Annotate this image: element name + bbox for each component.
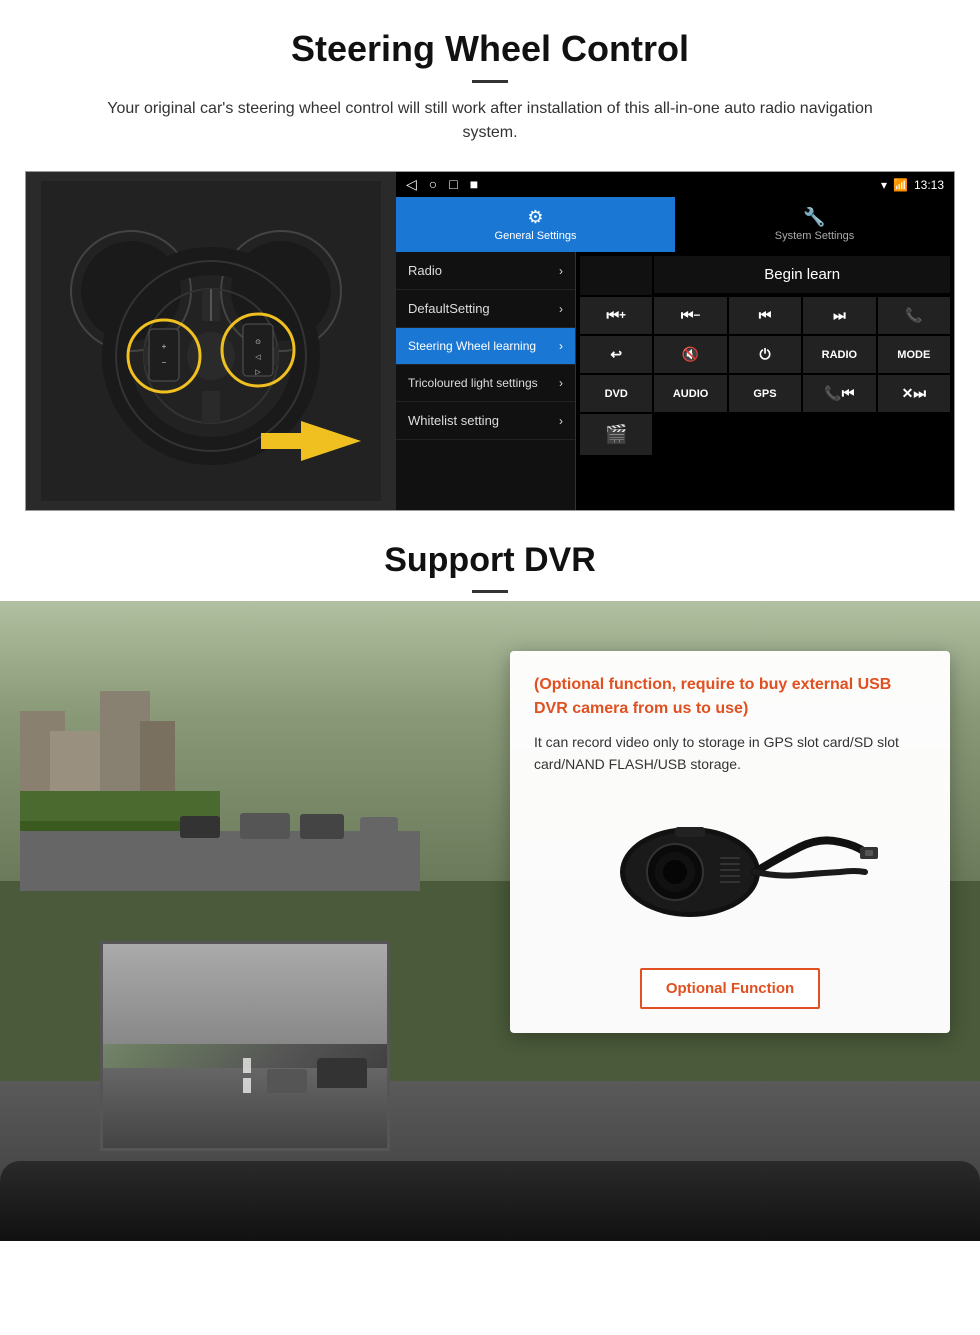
clock: 13:13 <box>914 178 944 192</box>
ctrl-btn-cross-next[interactable]: ✕⏭ <box>878 375 950 412</box>
dvr-header: Support DVR <box>0 511 980 601</box>
nav-back-icon[interactable]: ◁ <box>406 176 417 193</box>
dvr-info-card: (Optional function, require to buy exter… <box>510 651 950 1033</box>
menu-tricoloured-label: Tricoloured light settings <box>408 376 538 390</box>
ctrl-btn-power[interactable]: ⏻ <box>729 336 801 373</box>
android-tabs: ⚙ General Settings 🔧 System Settings <box>396 197 954 252</box>
begin-learn-label: Begin learn <box>764 266 840 283</box>
ctrl-btn-phone[interactable]: 📞 <box>878 297 950 334</box>
ctrl-btn-back[interactable]: ↩ <box>580 336 652 373</box>
menu-item-tricoloured[interactable]: Tricoloured light settings › <box>396 365 575 402</box>
buildings-svg <box>20 631 420 891</box>
svg-text:◁: ◁ <box>255 354 261 361</box>
nav-menu-icon[interactable]: ■ <box>470 176 478 193</box>
chevron-right-icon: › <box>559 414 563 428</box>
nav-buttons: ◁ ○ □ ■ <box>406 176 478 193</box>
thumb-sky <box>103 944 387 1044</box>
tab-system-label: System Settings <box>775 230 854 242</box>
ctrl-btn-audio[interactable]: AUDIO <box>654 375 726 412</box>
nav-recent-icon[interactable]: □ <box>449 176 457 193</box>
chevron-right-icon: › <box>559 302 563 316</box>
android-menu: Radio › DefaultSetting › Steering Wheel … <box>396 252 576 510</box>
gear-icon: ⚙ <box>527 207 543 228</box>
android-ui: ◁ ○ □ ■ ▾ 📶 13:13 ⚙ General Settings 🔧 S… <box>396 172 954 510</box>
ctrl-btn-dvd[interactable]: DVD <box>580 375 652 412</box>
section-description: Your original car's steering wheel contr… <box>90 97 890 145</box>
page-title: Steering Wheel Control <box>60 28 920 70</box>
chevron-right-icon: › <box>559 339 563 353</box>
nav-home-icon[interactable]: ○ <box>429 176 437 193</box>
dvr-description-text: It can record video only to storage in G… <box>534 731 926 776</box>
lane-markings <box>203 1058 293 1108</box>
dvr-background: (Optional function, require to buy exter… <box>0 601 980 1241</box>
ctrl-btn-vol-down[interactable]: ⏮− <box>654 297 726 334</box>
android-content: Radio › DefaultSetting › Steering Wheel … <box>396 252 954 510</box>
steering-panel: 0 0 + − ⊙ ◁ ▷ <box>25 171 955 511</box>
wifi-icon: ▾ <box>881 178 887 192</box>
svg-text:▷: ▷ <box>255 369 261 376</box>
chevron-right-icon: › <box>559 264 563 278</box>
chevron-right-icon: › <box>559 376 563 390</box>
ctrl-btn-mute[interactable]: 🔇 <box>654 336 726 373</box>
menu-item-defaultsetting[interactable]: DefaultSetting › <box>396 290 575 328</box>
android-statusbar: ◁ ○ □ ■ ▾ 📶 13:13 <box>396 172 954 197</box>
dvr-camera-thumbnail <box>100 941 390 1151</box>
menu-radio-label: Radio <box>408 263 442 278</box>
steering-wheel-section-header: Steering Wheel Control Your original car… <box>0 0 980 153</box>
ctrl-btn-phone-prev[interactable]: 📞⏮ <box>803 375 875 412</box>
title-divider <box>472 80 508 83</box>
ctrl-btn-mode[interactable]: MODE <box>878 336 950 373</box>
ctrl-btn-camera[interactable]: 🎬 <box>580 414 652 455</box>
ctrl-btn-gps[interactable]: GPS <box>729 375 801 412</box>
car-hood <box>0 1161 980 1241</box>
tab-system-settings[interactable]: 🔧 System Settings <box>675 197 954 252</box>
steering-wheel-image: 0 0 + − ⊙ ◁ ▷ <box>26 172 396 510</box>
ctrl-btn-prev[interactable]: ⏮ <box>729 297 801 334</box>
settings-icon: 🔧 <box>803 207 825 228</box>
statusbar-right: ▾ 📶 13:13 <box>881 178 944 192</box>
dvr-camera-illustration <box>534 792 926 952</box>
ctrl-btn-radio[interactable]: RADIO <box>803 336 875 373</box>
svg-text:+: + <box>162 342 167 351</box>
svg-text:⊙: ⊙ <box>255 339 261 346</box>
ctrl-btn-vol-up[interactable]: ⏮+ <box>580 297 652 334</box>
camera-svg <box>580 797 880 947</box>
menu-item-radio[interactable]: Radio › <box>396 252 575 290</box>
wheel-svg: 0 0 + − ⊙ ◁ ▷ <box>41 181 381 501</box>
menu-item-whitelist[interactable]: Whitelist setting › <box>396 402 575 440</box>
optional-highlight-text: (Optional function, require to buy exter… <box>534 673 926 721</box>
menu-item-steering-wheel[interactable]: Steering Wheel learning › <box>396 328 575 365</box>
menu-default-label: DefaultSetting <box>408 301 490 316</box>
control-buttons-grid: Begin learn ⏮+ ⏮− ⏮ ⏭ 📞 ↩ 🔇 ⏻ RADIO MODE… <box>576 252 954 510</box>
tab-general-settings[interactable]: ⚙ General Settings <box>396 197 675 252</box>
menu-steering-label: Steering Wheel learning <box>408 339 536 353</box>
tab-general-label: General Settings <box>495 230 577 242</box>
dvr-divider <box>472 590 508 593</box>
thumb-car1 <box>317 1058 367 1088</box>
optional-function-button[interactable]: Optional Function <box>640 968 820 1009</box>
dvr-title: Support DVR <box>60 541 920 580</box>
signal-icon: 📶 <box>893 178 908 192</box>
menu-whitelist-label: Whitelist setting <box>408 413 499 428</box>
svg-text:−: − <box>162 358 167 367</box>
ctrl-btn-next[interactable]: ⏭ <box>803 297 875 334</box>
dvr-section: Support DVR <box>0 511 980 1241</box>
begin-learn-area: Begin learn <box>654 256 950 293</box>
